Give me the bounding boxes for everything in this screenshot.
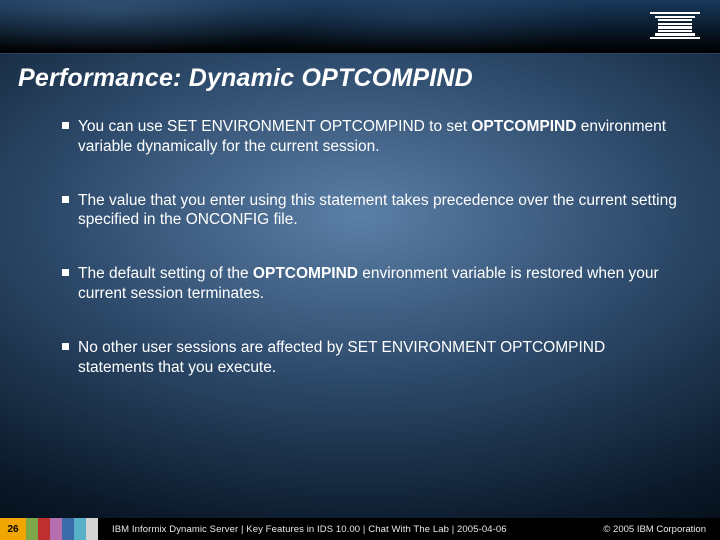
bullet-text-pre: You can use SET ENVIRONMENT OPTCOMPIND t…: [78, 118, 471, 135]
bullet-item: You can use SET ENVIRONMENT OPTCOMPIND t…: [62, 117, 680, 157]
bullet-text-strong: OPTCOMPIND: [471, 118, 576, 135]
footer-copyright: © 2005 IBM Corporation: [603, 518, 720, 540]
slide-footer: 26 IBM Informix Dynamic Server | Key Fea…: [0, 518, 720, 540]
ibm-logo-icon: [650, 12, 700, 39]
bullet-item: The value that you enter using this stat…: [62, 191, 680, 231]
bullet-text-pre: The value that you enter using this stat…: [78, 192, 677, 229]
footer-text: IBM Informix Dynamic Server | Key Featur…: [98, 518, 603, 540]
color-bars-icon: [26, 518, 98, 540]
bullet-item: The default setting of the OPTCOMPIND en…: [62, 264, 680, 304]
bullet-text-pre: The default setting of the: [78, 265, 253, 282]
bullet-text-strong: OPTCOMPIND: [253, 265, 358, 282]
slide-header: [0, 0, 720, 54]
slide-body: You can use SET ENVIRONMENT OPTCOMPIND t…: [0, 99, 720, 518]
slide-title: Performance: Dynamic OPTCOMPIND: [0, 54, 720, 99]
slide: Performance: Dynamic OPTCOMPIND You can …: [0, 0, 720, 540]
bullet-text-pre: No other user sessions are affected by S…: [78, 339, 605, 376]
bullet-item: No other user sessions are affected by S…: [62, 338, 680, 378]
page-number: 26: [0, 518, 26, 540]
